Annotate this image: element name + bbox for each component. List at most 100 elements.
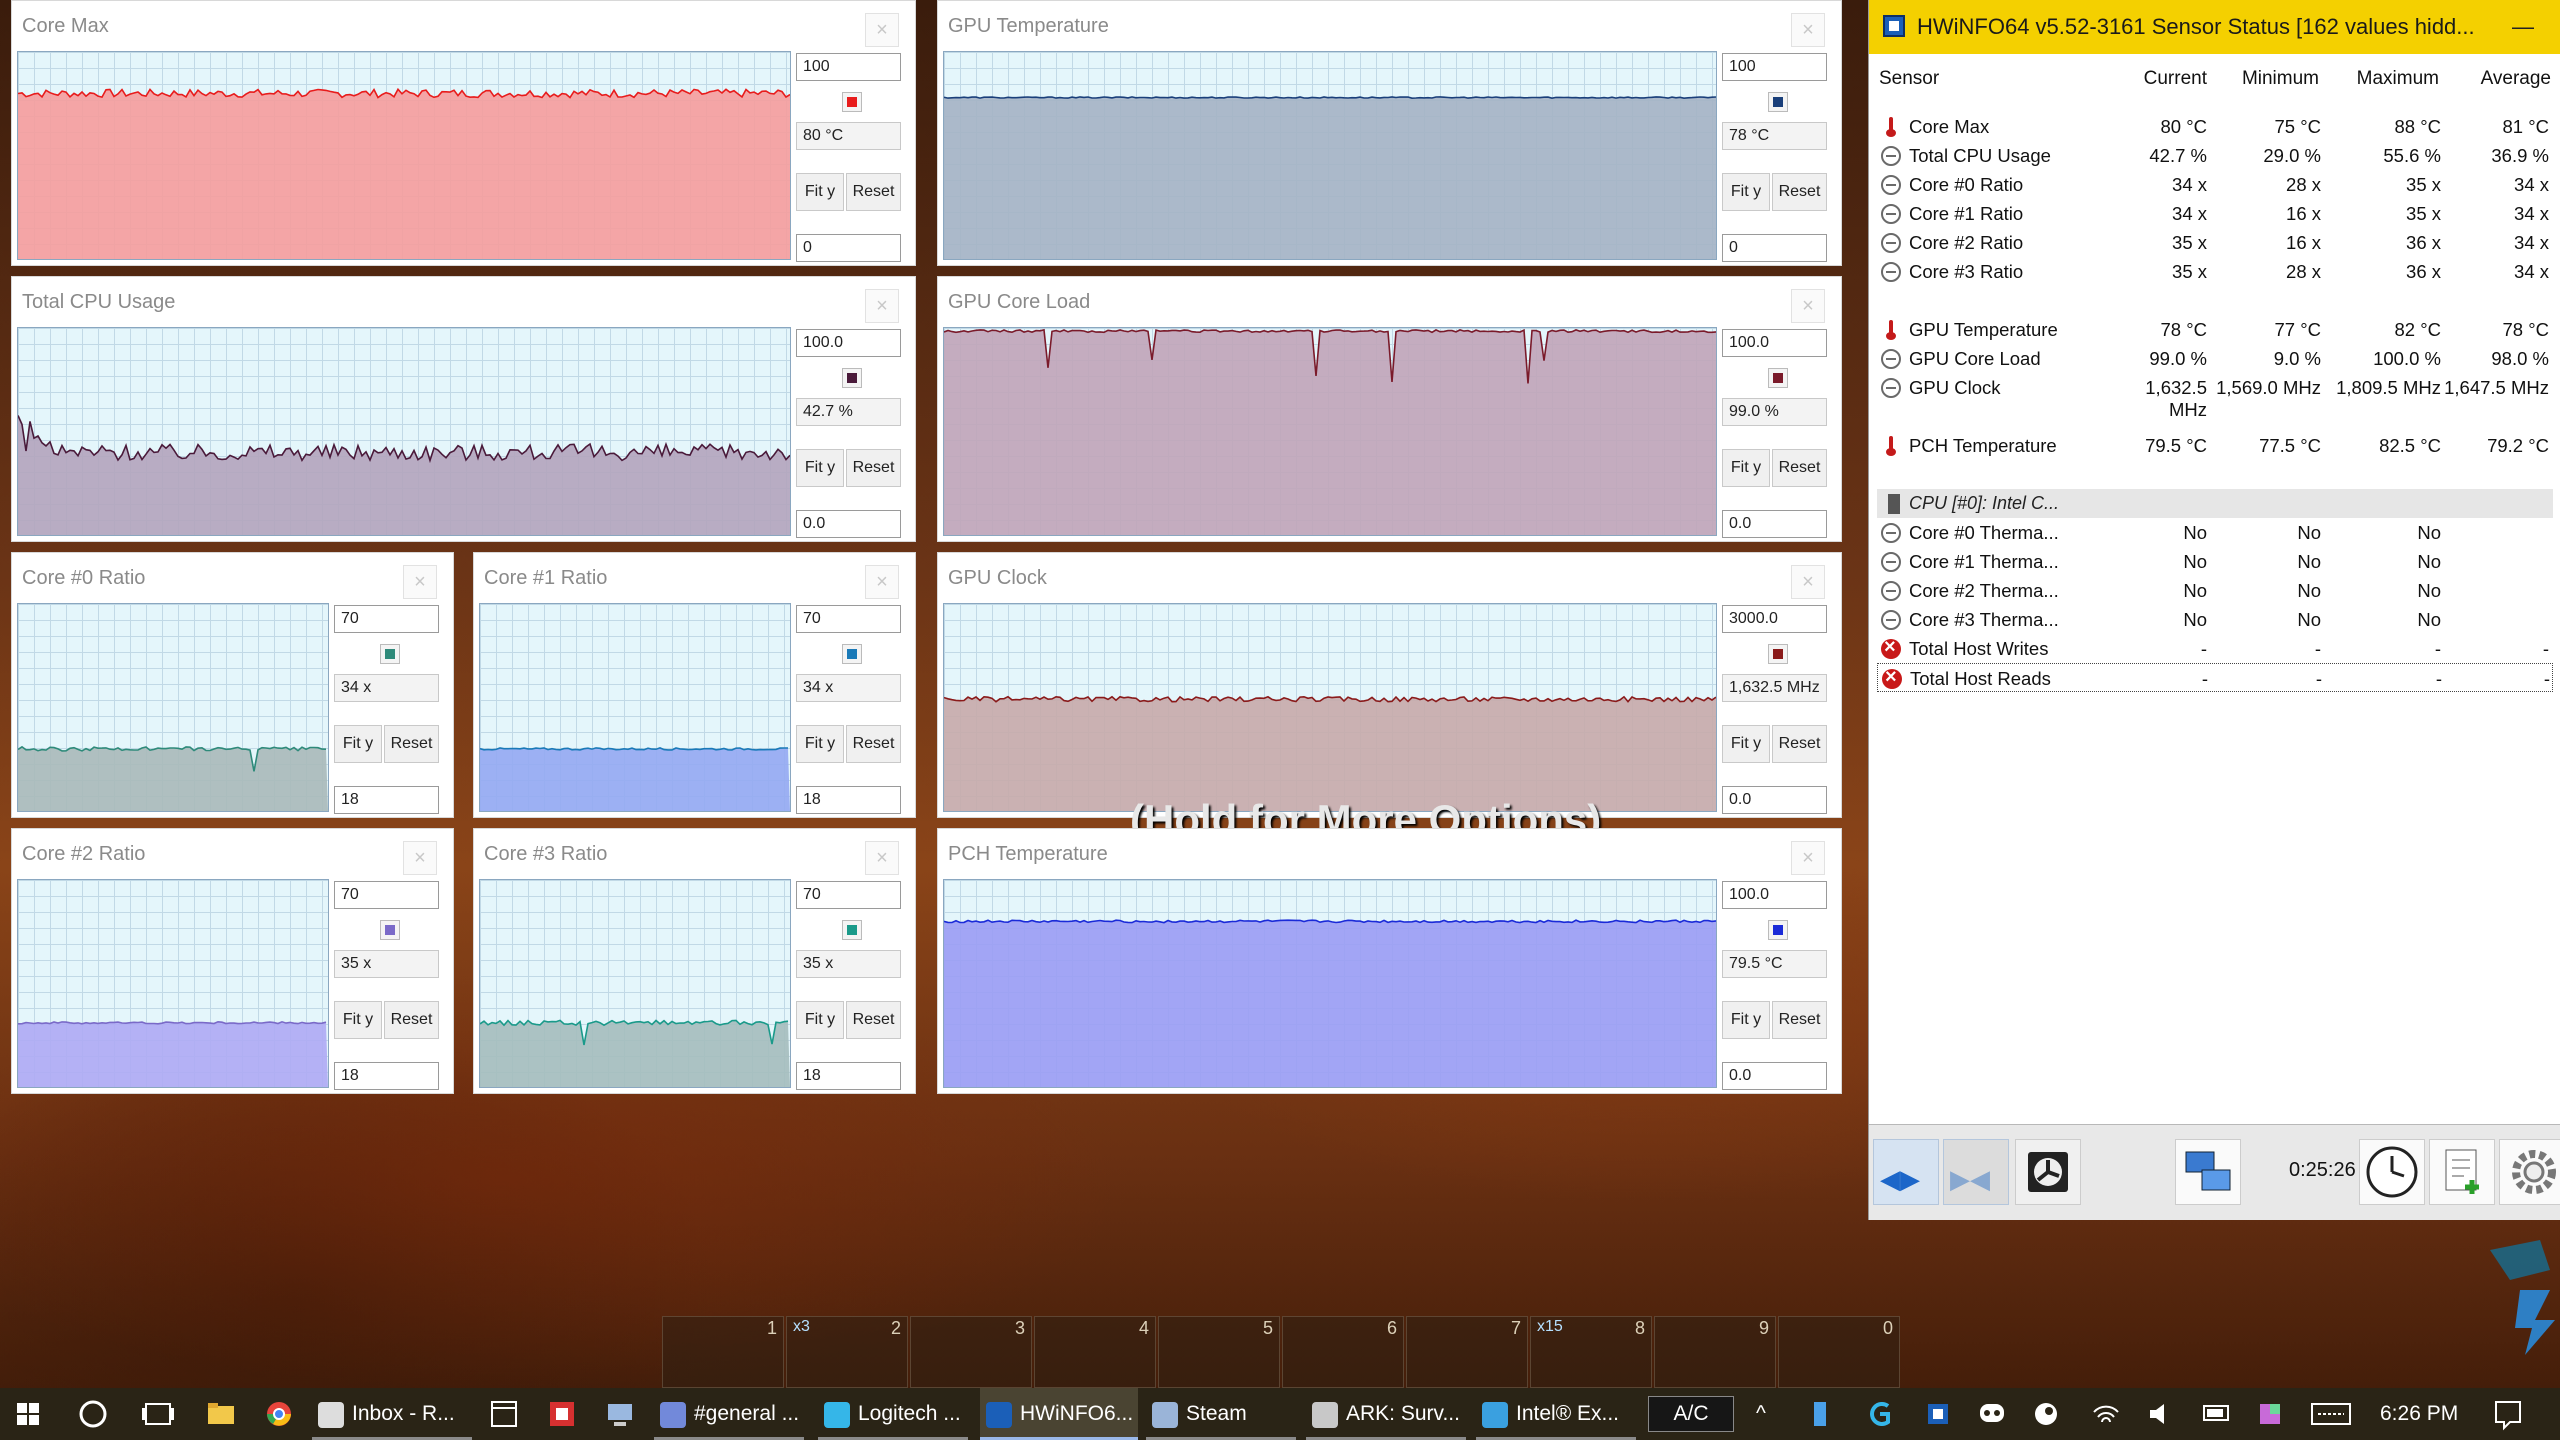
color-swatch[interactable] [1768, 368, 1788, 388]
fit-y-button[interactable]: Fit y [796, 725, 844, 763]
header-minimum[interactable]: Minimum [2219, 68, 2319, 90]
header-maximum[interactable]: Maximum [2339, 68, 2439, 90]
show-hidden-icons-button[interactable]: ^ [1746, 1388, 1786, 1440]
sensor-row[interactable]: Core #0 Ratio 34 x 28 x 35 x 34 x [1877, 170, 2553, 199]
tray-color-app-button[interactable] [2250, 1388, 2290, 1440]
graph-window-core-0-ratio[interactable]: Core #0 Ratio × 70 34 x Fit y Reset 18 [11, 552, 454, 818]
start-button[interactable] [0, 1388, 56, 1440]
ac-power-indicator[interactable]: A/C [1648, 1396, 1734, 1432]
taskbar-app-logitech[interactable]: Logitech ... [818, 1388, 968, 1440]
max-field[interactable]: 100 [1722, 53, 1827, 81]
close-button[interactable]: × [1791, 13, 1825, 47]
fit-y-button[interactable]: Fit y [1722, 173, 1770, 211]
min-field[interactable]: 0.0 [1722, 510, 1827, 538]
taskbar-app-steam[interactable]: Steam [1146, 1388, 1296, 1440]
max-field[interactable]: 100 [796, 53, 901, 81]
tray-volume-button[interactable] [2140, 1388, 2180, 1440]
close-button[interactable]: × [1791, 565, 1825, 599]
minimize-button[interactable]: — [2512, 0, 2534, 54]
color-swatch[interactable] [842, 368, 862, 388]
max-field[interactable]: 70 [334, 881, 439, 909]
color-swatch[interactable] [1768, 644, 1788, 664]
tray-logitech-button[interactable] [1860, 1388, 1900, 1440]
header-current[interactable]: Current [2119, 68, 2207, 90]
chrome-button[interactable] [256, 1388, 302, 1440]
min-field[interactable]: 0 [1722, 234, 1827, 262]
task-view-button[interactable] [130, 1388, 186, 1440]
fit-y-button[interactable]: Fit y [1722, 449, 1770, 487]
hotbar-slot[interactable]: 6 [1282, 1316, 1404, 1388]
taskbar-clock[interactable]: 6:26 PM [2380, 1402, 2458, 1426]
calendar-button[interactable] [484, 1388, 524, 1440]
min-field[interactable]: 18 [334, 786, 439, 814]
settings-button[interactable] [2499, 1139, 2560, 1205]
network-app-button[interactable] [600, 1388, 640, 1440]
sensor-row[interactable]: Core #1 Therma... No No No [1877, 547, 2553, 576]
hotbar-slot[interactable]: 3 [910, 1316, 1032, 1388]
max-field[interactable]: 100.0 [1722, 881, 1827, 909]
min-field[interactable]: 0.0 [1722, 1062, 1827, 1090]
graph-window-gpu-core-load[interactable]: GPU Core Load × 100.0 99.0 % Fit y Reset… [937, 276, 1842, 542]
close-button[interactable]: × [865, 13, 899, 47]
reset-button[interactable]: Reset [384, 1001, 439, 1039]
tray-keyboard-button[interactable] [2306, 1388, 2356, 1440]
hotbar-slot[interactable]: 9 [1654, 1316, 1776, 1388]
reset-button[interactable]: Reset [1772, 1001, 1827, 1039]
graph-window-gpu-temperature[interactable]: GPU Temperature × 100 78 °C Fit y Reset … [937, 0, 1842, 266]
reset-button[interactable]: Reset [846, 173, 901, 211]
taskbar-app-discord[interactable]: #general ... [654, 1388, 804, 1440]
sensor-row[interactable]: GPU Core Load 99.0 % 9.0 % 100.0 % 98.0 % [1877, 344, 2553, 373]
red-app-button[interactable] [542, 1388, 582, 1440]
graph-window-core-3-ratio[interactable]: Core #3 Ratio × 70 35 x Fit y Reset 18 [473, 828, 916, 1094]
close-button[interactable]: × [1791, 841, 1825, 875]
fit-y-button[interactable]: Fit y [334, 1001, 382, 1039]
sensor-row[interactable]: Core #2 Therma... No No No [1877, 576, 2553, 605]
hotbar-slot[interactable]: 0 [1778, 1316, 1900, 1388]
sensor-row[interactable]: GPU Temperature 78 °C 77 °C 82 °C 78 °C [1877, 315, 2553, 344]
header-sensor[interactable]: Sensor [1879, 68, 1939, 90]
taskbar-app-intel[interactable]: Intel® Ex... [1476, 1388, 1636, 1440]
graph-window-core-max[interactable]: Core Max × 100 80 °C Fit y Reset 0 [11, 0, 916, 266]
min-field[interactable]: 0.0 [1722, 786, 1827, 814]
reset-button[interactable]: Reset [846, 449, 901, 487]
min-field[interactable]: 0.0 [796, 510, 901, 538]
min-field[interactable]: 18 [334, 1062, 439, 1090]
close-button[interactable]: × [1791, 289, 1825, 323]
color-swatch[interactable] [842, 644, 862, 664]
header-average[interactable]: Average [2449, 68, 2551, 90]
hotbar-slot[interactable]: 1 [662, 1316, 784, 1388]
max-field[interactable]: 70 [796, 605, 901, 633]
fit-y-button[interactable]: Fit y [1722, 725, 1770, 763]
min-field[interactable]: 0 [796, 234, 901, 262]
hotbar-slot[interactable]: 8 x15 [1530, 1316, 1652, 1388]
cortana-button[interactable] [60, 1388, 126, 1440]
sensor-row[interactable]: GPU Clock 1,632.5 MHz 1,569.0 MHz 1,809.5 M… [1877, 373, 2553, 420]
max-field[interactable]: 70 [796, 881, 901, 909]
sensor-row[interactable]: Total Host Writes - - - - [1877, 634, 2553, 663]
hwinfo-sensor-window[interactable]: HWiNFO64 v5.52-3161 Sensor Status [162 v… [1868, 0, 2560, 1220]
graph-window-total-cpu-usage[interactable]: Total CPU Usage × 100.0 42.7 % Fit y Res… [11, 276, 916, 542]
hotbar-slot[interactable]: 2 x3 [786, 1316, 908, 1388]
sensor-row[interactable]: Core #1 Ratio 34 x 16 x 35 x 34 x [1877, 199, 2553, 228]
reset-button[interactable]: Reset [384, 725, 439, 763]
tray-steam-button[interactable] [2026, 1388, 2066, 1440]
logging-button[interactable] [2429, 1139, 2495, 1205]
sensor-row[interactable]: Core #2 Ratio 35 x 16 x 36 x 34 x [1877, 228, 2553, 257]
color-swatch[interactable] [380, 644, 400, 664]
tray-usb-button[interactable] [1800, 1388, 1840, 1440]
tray-hwinfo-button[interactable] [1918, 1388, 1958, 1440]
taskbar-app-mail[interactable]: Inbox - R... [312, 1388, 472, 1440]
sensor-row[interactable]: Core #3 Therma... No No No [1877, 605, 2553, 634]
color-swatch[interactable] [842, 92, 862, 112]
color-swatch[interactable] [1768, 92, 1788, 112]
file-explorer-button[interactable] [198, 1388, 244, 1440]
tray-discord-button[interactable] [1972, 1388, 2012, 1440]
sensor-group-header[interactable]: CPU [#0]: Intel C... [1877, 489, 2553, 518]
min-field[interactable]: 18 [796, 1062, 901, 1090]
graph-window-core-1-ratio[interactable]: Core #1 Ratio × 70 34 x Fit y Reset 18 [473, 552, 916, 818]
fit-y-button[interactable]: Fit y [796, 449, 844, 487]
hotbar-slot[interactable]: 5 [1158, 1316, 1280, 1388]
graph-window-pch-temperature[interactable]: PCH Temperature × 100.0 79.5 °C Fit y Re… [937, 828, 1842, 1094]
close-button[interactable]: × [865, 841, 899, 875]
fit-y-button[interactable]: Fit y [1722, 1001, 1770, 1039]
